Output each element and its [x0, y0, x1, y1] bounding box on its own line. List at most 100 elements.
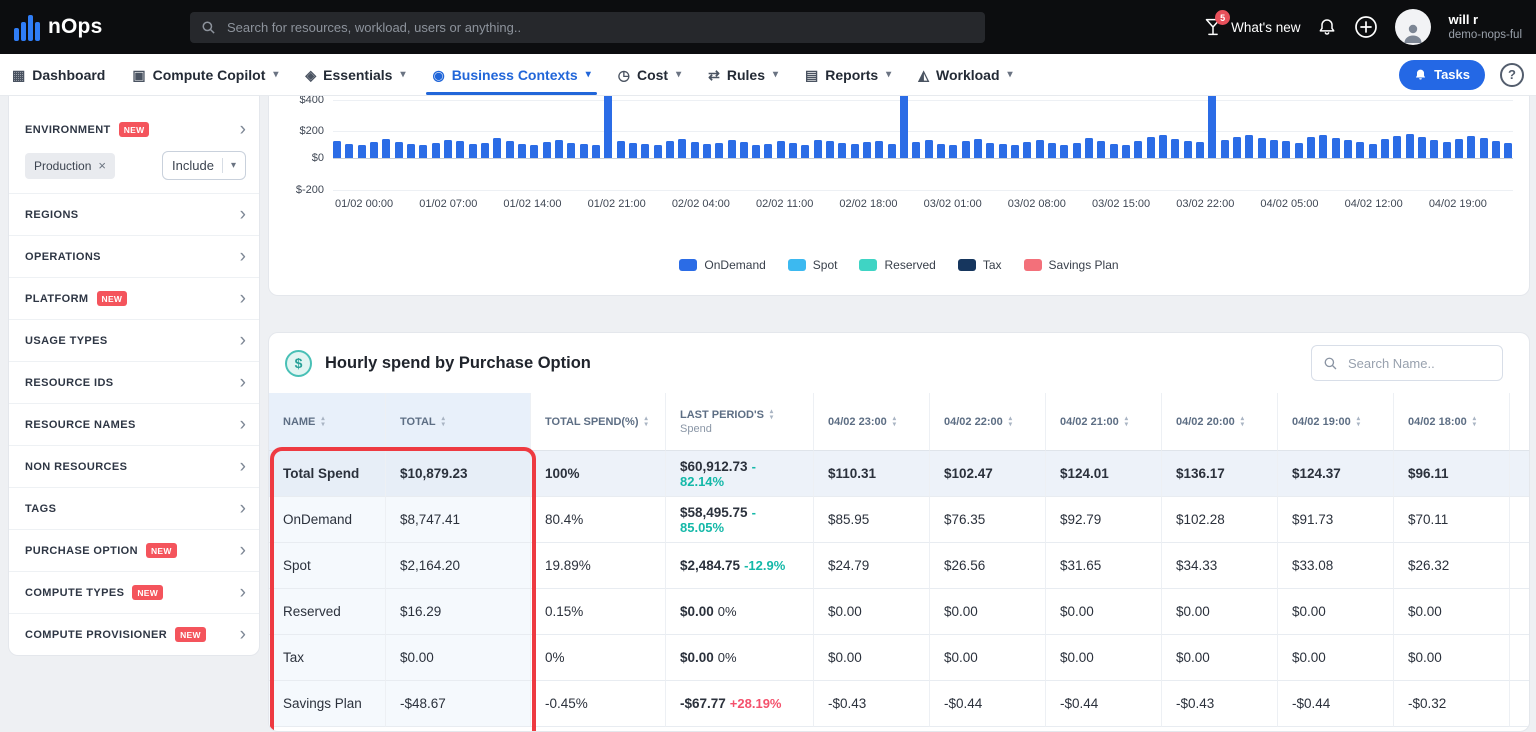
help-icon[interactable]: ?	[1500, 63, 1524, 87]
chart-bar	[691, 142, 699, 158]
cell-total: $8,747.41	[386, 497, 531, 543]
main-column: $400$200$0$-20001/02 00:0001/02 07:0001/…	[268, 96, 1536, 732]
chip-remove-icon[interactable]: ×	[98, 159, 106, 172]
nav-item-label: Reports	[825, 67, 878, 83]
nav-item-label: Essentials	[323, 67, 392, 83]
compute-copilot-icon: ▣	[132, 68, 145, 82]
column-header-name[interactable]: NAME▴▾	[269, 393, 386, 451]
table-search[interactable]	[1311, 345, 1503, 381]
sort-icon: ▴▾	[1357, 416, 1360, 427]
column-header-04-02-20-00[interactable]: 04/02 20:00▴▾	[1162, 393, 1278, 451]
notifications-bell-icon[interactable]	[1317, 17, 1337, 38]
add-button[interactable]	[1354, 15, 1378, 39]
tasks-button[interactable]: Tasks	[1399, 60, 1485, 90]
x-axis-tick-label: 02/02 18:00	[839, 198, 897, 210]
cell-hour-value: -$0.44	[930, 681, 1046, 727]
chart-bar	[851, 144, 859, 158]
sidebar-item-resource-ids[interactable]: RESOURCE IDS›	[9, 361, 259, 403]
chart-bar	[1147, 137, 1155, 158]
whats-new-button[interactable]: 5 What's new	[1204, 17, 1300, 37]
chart-bar	[617, 141, 625, 158]
chart-bar	[666, 141, 674, 158]
user-meta[interactable]: will r demo-nops-ful	[1448, 12, 1522, 43]
sidebar-item-compute-types[interactable]: COMPUTE TYPESNEW›	[9, 571, 259, 613]
nav-item-cost[interactable]: ◷Cost▾	[618, 54, 681, 95]
cell-cut	[1510, 543, 1530, 589]
column-header-04-02-19-00[interactable]: 04/02 19:00▴▾	[1278, 393, 1394, 451]
cell-hour-value: $96.11	[1394, 451, 1510, 497]
chart-bar	[1184, 141, 1192, 158]
chart-bar	[1011, 145, 1019, 158]
column-header-04-02-23-00[interactable]: 04/02 23:00▴▾	[814, 393, 930, 451]
chevron-right-icon: ›	[240, 205, 246, 224]
global-search-input[interactable]	[225, 19, 974, 36]
chevron-right-icon: ›	[240, 457, 246, 476]
legend-label: Reserved	[884, 258, 935, 272]
chart-bar	[555, 140, 563, 158]
nav-item-dashboard[interactable]: ▦Dashboard	[12, 54, 105, 95]
nav-item-compute-copilot[interactable]: ▣Compute Copilot▾	[132, 54, 278, 95]
chart-bar	[333, 141, 341, 158]
chart-bar	[974, 139, 982, 158]
chart-bar	[567, 143, 575, 158]
nav-item-workload[interactable]: ◭Workload▾	[918, 54, 1012, 95]
sort-icon: ▴▾	[770, 409, 773, 420]
sidebar-item-non-resources[interactable]: NON RESOURCES›	[9, 445, 259, 487]
nav-item-rules[interactable]: ⇄Rules▾	[708, 54, 778, 95]
nav-item-business-contexts[interactable]: ◉Business Contexts▾	[432, 54, 590, 95]
nops-logo[interactable]: nOps	[14, 13, 172, 41]
filter-chip-production[interactable]: Production×	[25, 153, 115, 179]
legend-swatch	[1024, 259, 1042, 271]
filters-card: ENVIRONMENTNEW› Production× Include▾ REGION…	[8, 96, 260, 656]
sidebar-item-resource-names[interactable]: RESOURCE NAMES›	[9, 403, 259, 445]
column-header-04-02-18-00[interactable]: 04/02 18:00▴▾	[1394, 393, 1510, 451]
sidebar-item-purchase-option[interactable]: PURCHASE OPTIONNEW›	[9, 529, 259, 571]
table-row-ondemand: OnDemand$8,747.4180.4%$58,495.75-85.05%$…	[269, 497, 1530, 543]
cell-cut	[1510, 451, 1530, 497]
sidebar-item-compute-provisioner[interactable]: COMPUTE PROVISIONERNEW›	[9, 613, 259, 655]
chart-bar	[764, 144, 772, 158]
chart-bar	[345, 144, 353, 158]
sidebar-item-usage-types[interactable]: USAGE TYPES›	[9, 319, 259, 361]
chart-bar	[1356, 142, 1364, 158]
column-header-04-02-21-00[interactable]: 04/02 21:00▴▾	[1046, 393, 1162, 451]
whats-new-cocktail-icon: 5	[1204, 17, 1222, 37]
chart-bar	[1443, 142, 1451, 158]
sidebar-item-regions[interactable]: REGIONS›	[9, 193, 259, 235]
last-period-delta: 0%	[718, 650, 737, 665]
chart-bar	[382, 139, 390, 158]
column-header-total[interactable]: TOTAL▴▾	[386, 393, 531, 451]
cell-hour-value: -$0.43	[1162, 681, 1278, 727]
sort-icon: ▴▾	[1009, 416, 1012, 427]
include-mode-select[interactable]: Include▾	[162, 151, 246, 180]
sidebar-item-environment[interactable]: ENVIRONMENTNEW›	[9, 109, 259, 150]
nav-item-essentials[interactable]: ◈Essentials▾	[305, 54, 405, 95]
chart-bar	[444, 140, 452, 158]
column-header-label: 04/02 22:00	[944, 416, 1003, 428]
sidebar-item-tags[interactable]: TAGS›	[9, 487, 259, 529]
cell-hour-value: $0.00	[1394, 589, 1510, 635]
cell-hour-value: $26.56	[930, 543, 1046, 589]
select-divider	[222, 158, 223, 173]
nav-item-reports[interactable]: ▤Reports▾	[805, 54, 891, 95]
column-header-total-spend[interactable]: TOTAL SPEND(%)▴▾	[531, 393, 666, 451]
cell-hour-value: $0.00	[930, 635, 1046, 681]
table-search-input[interactable]	[1346, 355, 1491, 372]
legend-item-ondemand: OnDemand	[679, 258, 765, 272]
column-header-last-period-s[interactable]: LAST PERIOD'S▴▾Spend	[666, 393, 814, 451]
x-axis-tick-label: 04/02 12:00	[1345, 198, 1403, 210]
new-badge: NEW	[146, 543, 177, 558]
chart-bar	[801, 145, 809, 158]
sidebar-item-platform[interactable]: PLATFORMNEW›	[9, 277, 259, 319]
chevron-right-icon: ›	[240, 247, 246, 266]
chevron-down-icon: ▾	[676, 69, 681, 80]
chart-bar	[789, 143, 797, 158]
x-axis-tick-label: 04/02 19:00	[1429, 198, 1487, 210]
global-search[interactable]	[190, 12, 985, 43]
chart-bar	[1381, 139, 1389, 158]
column-header-04-02-22-00[interactable]: 04/02 22:00 ▴▾	[930, 393, 1046, 451]
column-header-label: TOTAL	[400, 416, 436, 428]
sidebar-item-operations[interactable]: OPERATIONS›	[9, 235, 259, 277]
avatar[interactable]	[1395, 9, 1431, 45]
cell-last-period: -$67.77+28.19%	[666, 681, 814, 727]
